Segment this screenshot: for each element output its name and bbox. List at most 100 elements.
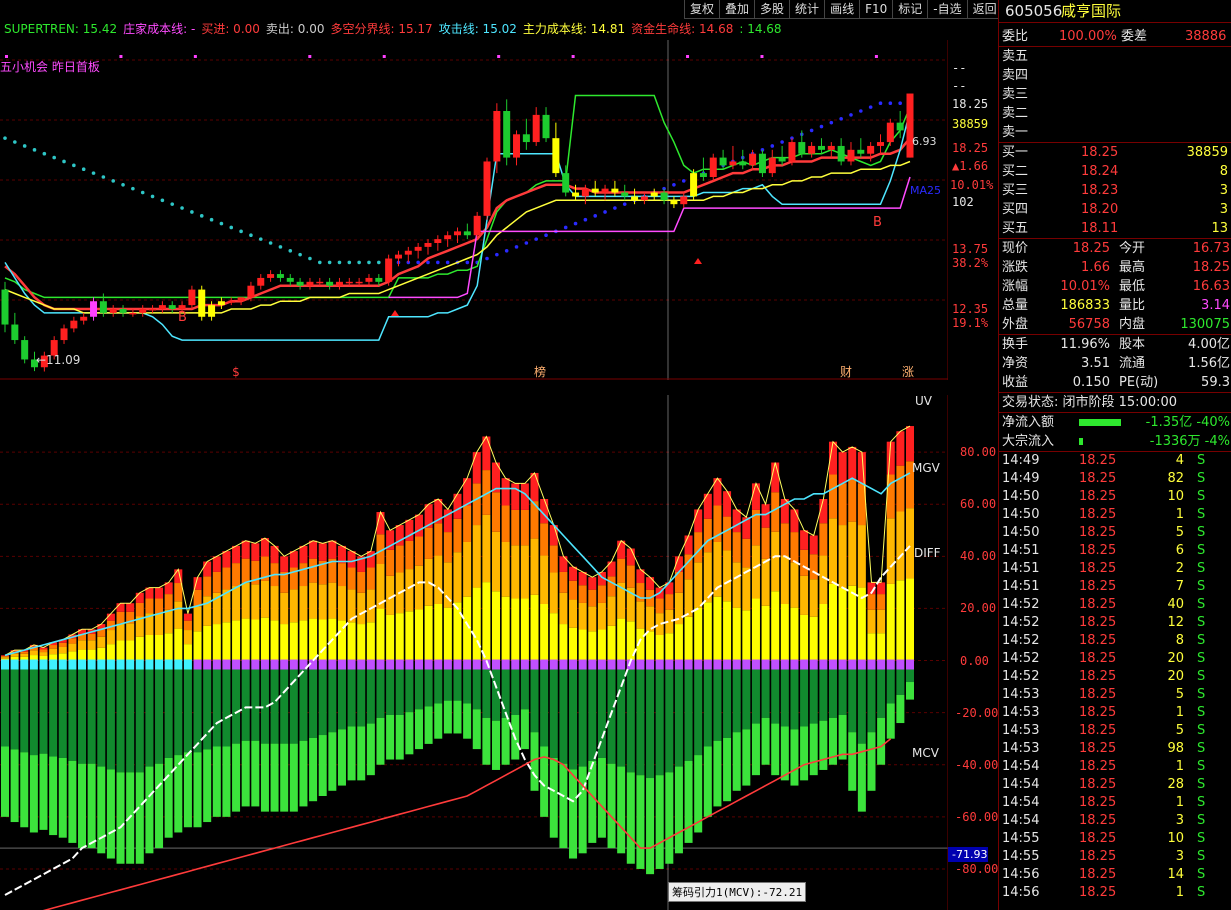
toolbar-button-6[interactable]: 标记 <box>892 0 928 19</box>
bar-segment <box>617 618 626 661</box>
bar-cap <box>126 659 135 670</box>
toolbar-button-7[interactable]: -自选 <box>927 0 967 19</box>
candle <box>847 142 855 166</box>
neg-bar-dark <box>636 669 645 776</box>
toolbar-button-5[interactable]: F10 <box>859 0 893 19</box>
bar-segment <box>241 582 250 619</box>
bar-segment <box>694 562 703 608</box>
bar-segment <box>241 618 250 661</box>
neg-bar-light <box>713 740 722 807</box>
volume-bar <box>58 639 67 838</box>
bar-segment <box>684 535 693 555</box>
bar-segment <box>569 580 578 600</box>
tick-time: 14:50 <box>1002 489 1040 504</box>
candle-body <box>444 235 452 240</box>
neg-bar-dark <box>482 669 491 718</box>
tick-row: 14:49 18.25 82 S <box>999 470 1231 488</box>
candle-body <box>247 285 255 298</box>
candle <box>198 285 206 321</box>
ma25-dot <box>504 248 509 253</box>
bar-segment <box>87 633 96 641</box>
bar-segment <box>357 624 366 661</box>
bar-segment <box>723 516 732 551</box>
volume-bar <box>723 491 732 802</box>
neg-bar-light <box>280 743 289 812</box>
candlestick-chart[interactable]: ←11.09 B B MA25 6.93 $ 榜 财 涨 <box>0 40 948 380</box>
bar-cap <box>559 659 568 670</box>
legend-item-6: 主力成本线: 14.81 <box>522 22 626 36</box>
candle <box>1 281 9 333</box>
bar-segment <box>1 655 9 657</box>
tick-volume: 1 <box>1175 705 1184 720</box>
bar-segment <box>414 565 423 610</box>
bar-segment <box>116 623 125 641</box>
bar-segment <box>145 598 154 614</box>
quote-value-2: 130075 <box>1180 317 1230 332</box>
lower-axis-label-0: 80.00 <box>960 445 997 460</box>
volume-bar <box>87 629 96 849</box>
candle <box>768 149 776 177</box>
bar-segment <box>174 583 183 602</box>
bar-segment <box>20 653 29 657</box>
bar-segment <box>183 613 192 621</box>
volume-bar <box>405 519 414 755</box>
bar-cap <box>106 659 115 670</box>
bar-segment <box>838 452 847 484</box>
tick-volume: 28 <box>1167 777 1184 792</box>
chart-panel[interactable]: SUPERTREN: 15.42 庄家成本线: - 买进: 0.00 卖出: 0.00… <box>0 0 1002 910</box>
lower-axis-label-7: -60.00 <box>955 809 999 824</box>
toolbar-button-3[interactable]: 统计 <box>789 0 825 19</box>
bar-segment <box>694 607 703 661</box>
tick-side: S <box>1197 687 1206 702</box>
candle-body <box>709 157 717 177</box>
buy-volume: 38859 <box>1186 145 1228 160</box>
ma25-dot <box>111 179 116 183</box>
buy-row-4: 买五 18.11 13 <box>999 219 1231 238</box>
neg-bar-dark <box>665 669 674 773</box>
bar-segment <box>742 610 751 661</box>
indicator-chart[interactable]: UV MGV DIFF MCV <box>0 395 948 910</box>
bar-cap <box>713 659 722 670</box>
tick-row: 14:56 18.25 1 S <box>999 884 1231 902</box>
toolbar-button-8[interactable]: 返回 <box>966 0 1002 19</box>
bar-segment <box>135 636 144 661</box>
toolbar-button-4[interactable]: 画线 <box>824 0 860 19</box>
toolbar-button-1[interactable]: 叠加 <box>719 0 755 19</box>
neg-bar-dark <box>761 669 770 718</box>
toolbar-button-2[interactable]: 多股 <box>754 0 790 19</box>
volume-bar <box>135 592 144 864</box>
bar-segment <box>703 602 712 661</box>
trade-status: 交易状态: 闭市阶段 15:00:00 <box>1002 395 1178 410</box>
neg-bar-dark <box>607 669 616 764</box>
sell-row-1: 卖四 <box>999 66 1231 85</box>
neg-bar-dark <box>559 669 568 764</box>
tick-time: 14:55 <box>1002 831 1040 846</box>
series-SUPERTREN <box>4 94 911 299</box>
candle-body <box>817 145 825 150</box>
bar-segment <box>366 567 375 590</box>
toolbar-button-0[interactable]: 复权 <box>684 0 720 19</box>
candle <box>886 118 894 146</box>
neg-bar-light <box>1 746 9 817</box>
candle <box>650 188 658 201</box>
weicha-label: 委差 <box>1121 29 1148 44</box>
bar-cap <box>751 659 760 670</box>
neg-bar-light <box>732 732 741 791</box>
candle-body <box>139 309 147 313</box>
tick-volume: 12 <box>1167 615 1184 630</box>
bar-segment <box>49 645 58 649</box>
bar-segment <box>780 523 789 556</box>
candle <box>394 250 402 267</box>
bar-segment <box>578 629 587 661</box>
bar-cap <box>790 659 799 670</box>
bar-cap <box>260 659 269 670</box>
ma25-dot <box>524 241 529 245</box>
neg-bar-dark <box>540 669 549 747</box>
candle <box>640 192 648 205</box>
neg-bar-dark <box>87 669 96 764</box>
neg-bar-light <box>443 700 452 734</box>
neg-bar-light <box>299 740 308 807</box>
neg-bar-light <box>424 706 433 744</box>
tick-time: 14:56 <box>1002 885 1040 900</box>
candle <box>158 301 166 313</box>
